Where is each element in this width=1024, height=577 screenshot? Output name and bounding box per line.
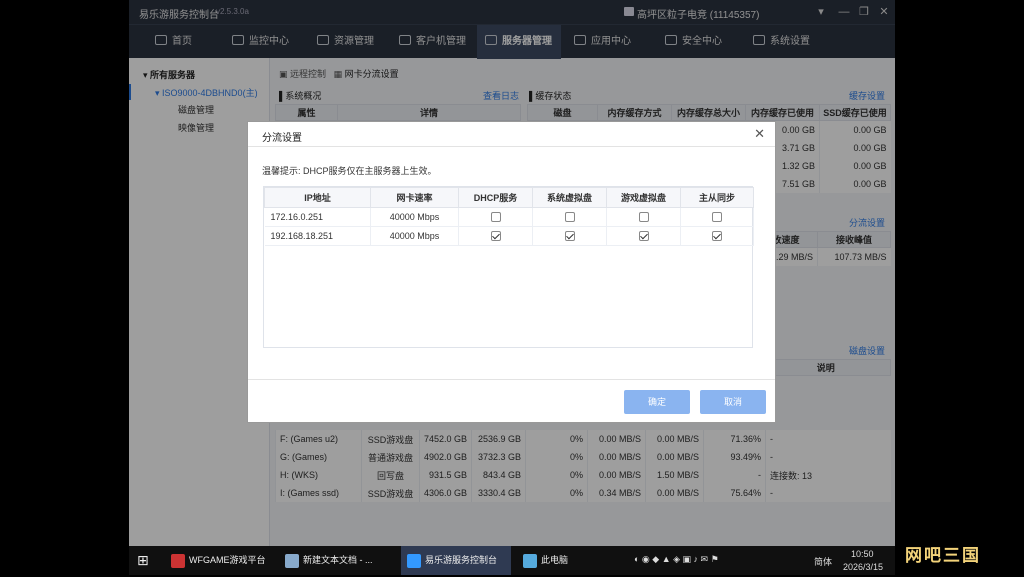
dialog-title: 分流设置: [262, 133, 302, 144]
dhcp-checkbox[interactable]: [490, 212, 501, 223]
col-game-vdisk: 游戏虚拟盘: [606, 187, 681, 208]
computer-icon: [523, 553, 537, 568]
game-vdisk-checkbox[interactable]: [638, 212, 649, 223]
taskbar-item-console[interactable]: 易乐游服务控制台: [401, 546, 511, 575]
col-sync: 主从同步: [680, 187, 754, 208]
taskbar: ⊞ WFGAME游戏平台 新建文本文档 - ... 易乐游服务控制台 此电脑 ◐…: [129, 546, 895, 575]
cancel-button[interactable]: 取消: [700, 390, 766, 414]
clock-date[interactable]: 2026/3/15: [843, 562, 883, 572]
notepad-icon: [285, 553, 299, 568]
ime-indicator[interactable]: 简体: [814, 555, 832, 568]
clock-time[interactable]: 10:50: [851, 549, 874, 559]
col-sys-vdisk: 系统虚拟盘: [532, 187, 607, 208]
windows-icon: ⊞: [137, 552, 149, 568]
nic-row[interactable]: 172.16.0.251 40000 Mbps: [264, 207, 754, 227]
console-icon: [407, 553, 421, 568]
ok-button[interactable]: 确定: [624, 390, 690, 414]
cell-ip: 172.16.0.251: [264, 207, 371, 227]
tray-icons[interactable]: ◐ ◉ ◆ ▲ ◈ ▣ ♪ ✉ ⚑: [634, 554, 719, 565]
sys-vdisk-checkbox[interactable]: [564, 212, 575, 223]
cell-speed: 40000 Mbps: [370, 207, 459, 227]
taskbar-item-pc[interactable]: 此电脑: [517, 546, 597, 575]
dialog-header: 分流设置 ✕: [248, 122, 775, 147]
wfgame-icon: [171, 553, 185, 568]
dialog-tip: 温馨提示: DHCP服务仅在主服务器上生效。: [262, 166, 437, 176]
nic-table: IP地址 网卡速率 DHCP服务 系统虚拟盘 游戏虚拟盘 主从同步 172.16…: [264, 187, 754, 246]
dialog-divider: [248, 379, 775, 380]
dhcp-checkbox[interactable]: [490, 231, 501, 242]
taskbar-item-wfgame[interactable]: WFGAME游戏平台: [171, 546, 277, 575]
start-button[interactable]: ⊞: [137, 546, 161, 575]
taskbar-label: 新建文本文档 - ...: [303, 555, 373, 565]
watermark-logo: 网吧三国: [905, 546, 981, 565]
nic-table-box: IP地址 网卡速率 DHCP服务 系统虚拟盘 游戏虚拟盘 主从同步 172.16…: [263, 186, 754, 348]
close-icon[interactable]: ✕: [754, 126, 765, 142]
taskbar-label: WFGAME游戏平台: [189, 555, 266, 565]
col-speed: 网卡速率: [370, 187, 459, 208]
sync-checkbox[interactable]: [712, 212, 722, 223]
cell-speed: 40000 Mbps: [370, 226, 459, 246]
taskbar-label: 易乐游服务控制台: [425, 555, 498, 565]
flow-settings-dialog: 分流设置 ✕ 温馨提示: DHCP服务仅在主服务器上生效。 IP地址 网卡速率 …: [247, 121, 776, 423]
col-ip: IP地址: [264, 187, 371, 208]
taskbar-label: 此电脑: [541, 555, 569, 565]
col-dhcp: DHCP服务: [458, 187, 533, 208]
cell-ip: 192.168.18.251: [264, 226, 371, 246]
sys-vdisk-checkbox[interactable]: [564, 231, 575, 242]
sync-checkbox[interactable]: [712, 231, 722, 242]
game-vdisk-checkbox[interactable]: [638, 231, 649, 242]
nic-row[interactable]: 192.168.18.251 40000 Mbps: [264, 226, 754, 246]
taskbar-item-notepad[interactable]: 新建文本文档 - ...: [285, 546, 393, 575]
